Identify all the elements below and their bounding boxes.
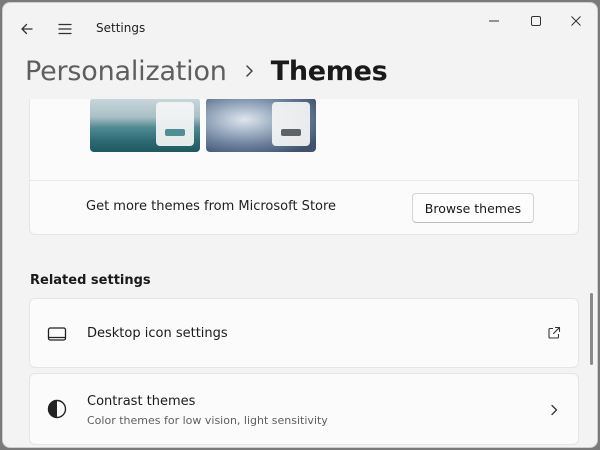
hamburger-icon [58,23,72,35]
title-bar: Settings [3,3,597,53]
theme-accent-bar [165,129,185,136]
breadcrumb-separator-icon [243,64,255,78]
main-content: Get more themes from Microsoft Store Bro… [3,99,597,447]
maximize-button[interactable] [517,9,555,33]
theme-preview-window [156,102,194,146]
theme-preview-window [272,102,310,146]
row-subtitle: Color themes for low vision, light sensi… [87,414,328,427]
themes-card: Get more themes from Microsoft Store Bro… [29,99,579,235]
microsoft-store-row: Get more themes from Microsoft Store Bro… [30,180,578,234]
external-link-icon [544,323,564,343]
row-title: Desktop icon settings [87,326,228,341]
scrollbar-thumb[interactable] [590,293,593,365]
navigation-menu-button[interactable] [51,15,79,43]
close-icon [571,16,581,26]
theme-accent-bar [281,129,301,136]
theme-thumbnail-bloom[interactable] [206,99,316,152]
page-title: Themes [270,55,388,87]
minimize-icon [489,20,499,22]
theme-thumbnail-glow[interactable] [90,99,200,152]
close-button[interactable] [557,9,595,33]
breadcrumb: Personalization Themes [25,53,388,89]
related-settings-heading: Related settings [30,273,151,288]
contrast-themes-row[interactable]: Contrast themes Color themes for low vis… [29,373,579,445]
minimize-button[interactable] [475,9,513,33]
store-text: Get more themes from Microsoft Store [86,199,337,214]
app-title: Settings [96,21,146,35]
settings-window: Settings Personalization Themes Get more… [2,2,598,448]
back-button[interactable] [13,15,41,43]
desktop-icon-settings-row[interactable]: Desktop icon settings [29,298,579,368]
maximize-icon [531,16,541,26]
chevron-right-icon [544,400,564,420]
breadcrumb-personalization[interactable]: Personalization [25,56,227,87]
back-arrow-icon [21,23,33,35]
desktop-icon [46,323,68,345]
browse-themes-button[interactable]: Browse themes [412,193,534,223]
row-title: Contrast themes [87,394,196,409]
contrast-icon [46,398,68,420]
